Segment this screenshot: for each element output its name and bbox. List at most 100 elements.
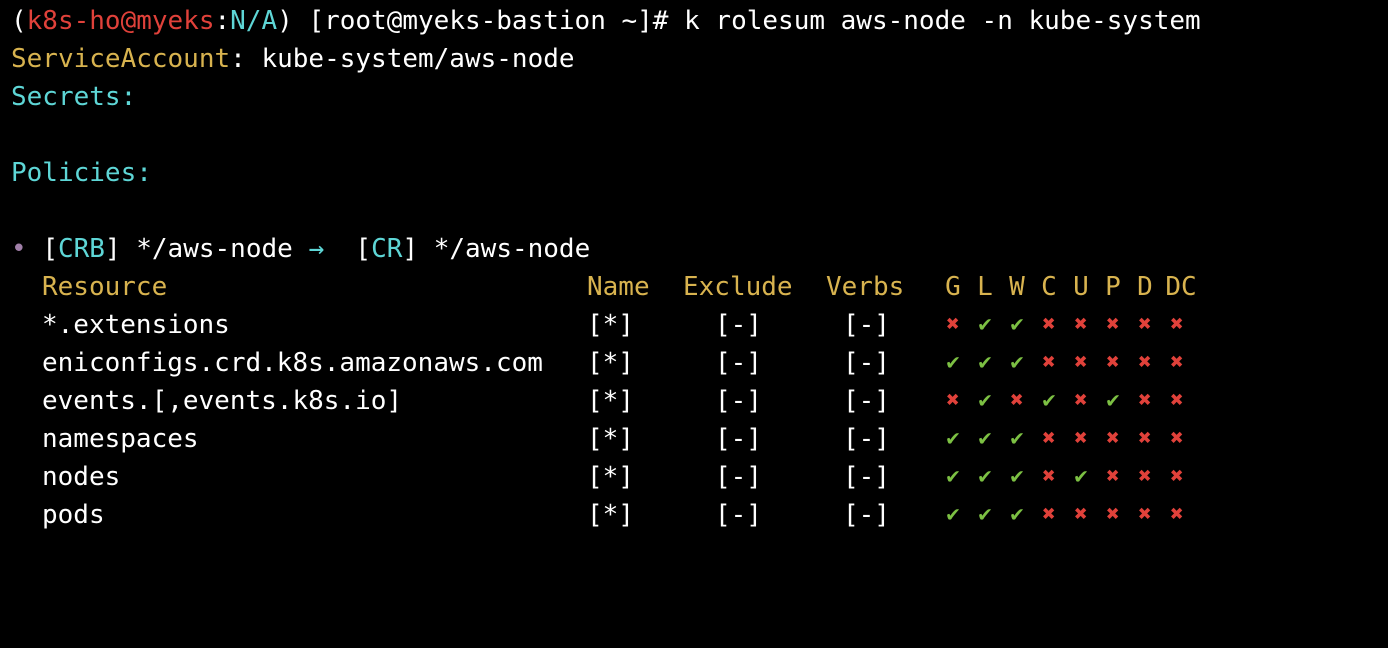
check-icon-g: ✔	[946, 502, 960, 527]
row-exclude: [-]	[715, 386, 762, 416]
cross-icon-d: ✖	[1138, 464, 1152, 489]
cross-icon-c: ✖	[1042, 502, 1056, 527]
cross-icon-dc: ✖	[1170, 312, 1184, 337]
prompt-context: k8s-ho@myeks	[26, 6, 215, 36]
cross-icon-d: ✖	[1138, 502, 1152, 527]
binding-open-bracket: [	[42, 234, 58, 264]
check-icon-w: ✔	[1010, 426, 1024, 451]
command-text[interactable]: k rolesum aws-node -n kube-system	[684, 6, 1201, 36]
header-exclude: Exclude	[683, 272, 793, 302]
header-flag-p: P	[1105, 272, 1121, 302]
check-icon-l: ✔	[978, 388, 992, 413]
check-icon-l: ✔	[978, 426, 992, 451]
row-resource: pods	[42, 500, 105, 530]
cross-icon-g: ✖	[946, 312, 960, 337]
arrow-right-icon: →	[308, 234, 325, 264]
check-icon-u: ✔	[1074, 464, 1088, 489]
binding-kind-crb: CRB	[57, 234, 105, 264]
check-icon-p: ✔	[1106, 388, 1120, 413]
secrets-line: Secrets:	[11, 78, 1388, 116]
row-exclude: [-]	[715, 424, 762, 454]
cross-icon-u: ✖	[1074, 350, 1088, 375]
header-flag-dc: DC	[1165, 272, 1197, 302]
cross-icon-dc: ✖	[1170, 426, 1184, 451]
header-resource: Resource	[42, 272, 168, 302]
prompt-open-paren: (	[11, 6, 27, 36]
terminal-window[interactable]: (k8s-ho@myeks:N/A) [root@myeks-bastion ~…	[0, 0, 1388, 550]
cross-icon-c: ✖	[1042, 350, 1056, 375]
check-icon-l: ✔	[978, 350, 992, 375]
check-icon-w: ✔	[1010, 350, 1024, 375]
check-icon-g: ✔	[946, 350, 960, 375]
prompt-user-host: [root@myeks-bastion ~]#	[308, 6, 669, 36]
cross-icon-p: ✖	[1106, 350, 1120, 375]
header-verbs: Verbs	[826, 272, 905, 302]
binding-name: */aws-node	[136, 234, 293, 264]
header-flag-c: C	[1041, 272, 1057, 302]
cross-icon-d: ✖	[1138, 426, 1152, 451]
cross-icon-u: ✖	[1074, 312, 1088, 337]
check-icon-g: ✔	[946, 464, 960, 489]
row-verbs: [-]	[843, 462, 890, 492]
role-open-bracket: [	[355, 234, 372, 264]
role-kind-cr: CR	[371, 234, 403, 264]
table-row: *.extensions [*] [-] [-] ✖ ✔ ✔ ✖ ✖ ✖ ✖ ✖	[11, 306, 1388, 344]
check-icon-g: ✔	[946, 426, 960, 451]
service-account-line: ServiceAccount: kube-system/aws-node	[11, 40, 1388, 78]
check-icon-w: ✔	[1010, 312, 1024, 337]
row-verbs: [-]	[843, 386, 890, 416]
row-verbs: [-]	[843, 500, 890, 530]
table-row: namespaces [*] [-] [-] ✔ ✔ ✔ ✖ ✖ ✖ ✖ ✖	[11, 420, 1388, 458]
row-resource: nodes	[42, 462, 121, 492]
cross-icon-c: ✖	[1042, 464, 1056, 489]
table-row: pods [*] [-] [-] ✔ ✔ ✔ ✖ ✖ ✖ ✖ ✖	[11, 496, 1388, 534]
check-icon-c: ✔	[1042, 388, 1056, 413]
table-row: eniconfigs.crd.k8s.amazonaws.com [*] [-] [-…	[11, 344, 1388, 382]
cross-icon-g: ✖	[946, 388, 960, 413]
service-account-label: ServiceAccount	[11, 44, 231, 74]
check-icon-w: ✔	[1010, 464, 1024, 489]
row-name: [*]	[587, 462, 634, 492]
row-name: [*]	[587, 348, 634, 378]
row-resource: *.extensions	[42, 310, 230, 340]
cross-icon-u: ✖	[1074, 426, 1088, 451]
table-body: *.extensions [*] [-] [-] ✖ ✔ ✔ ✖ ✖ ✖ ✖ ✖ eniconfigs.…	[11, 306, 1388, 534]
cross-icon-u: ✖	[1074, 388, 1088, 413]
table-row: events.[,events.k8s.io] [*] [-] [-] ✖ ✔ ✖ ✔ ✖ ✔ ✖ ✖	[11, 382, 1388, 420]
bullet-icon: •	[11, 234, 27, 264]
cross-icon-d: ✖	[1138, 312, 1152, 337]
row-resource: eniconfigs.crd.k8s.amazonaws.com	[42, 348, 543, 378]
row-exclude: [-]	[715, 310, 762, 340]
row-verbs: [-]	[843, 424, 890, 454]
binding-line: • [CRB] */aws-node → [CR] */aws-node	[11, 230, 1388, 268]
header-flag-l: L	[977, 272, 993, 302]
cross-icon-c: ✖	[1042, 312, 1056, 337]
cross-icon-p: ✖	[1106, 312, 1120, 337]
cross-icon-u: ✖	[1074, 502, 1088, 527]
header-flag-w: W	[1009, 272, 1025, 302]
row-verbs: [-]	[843, 348, 890, 378]
cross-icon-p: ✖	[1106, 464, 1120, 489]
row-verbs: [-]	[843, 310, 890, 340]
check-icon-l: ✔	[978, 312, 992, 337]
cross-icon-w: ✖	[1010, 388, 1024, 413]
cross-icon-p: ✖	[1106, 426, 1120, 451]
header-flags: G L W C U P D DC	[937, 268, 1196, 306]
table-row: nodes [*] [-] [-] ✔ ✔ ✔ ✖ ✔ ✖ ✖ ✖	[11, 458, 1388, 496]
cross-icon-dc: ✖	[1170, 388, 1184, 413]
row-exclude: [-]	[715, 500, 762, 530]
policies-line: Policies:	[11, 154, 1388, 192]
cross-icon-dc: ✖	[1170, 350, 1184, 375]
service-account-value: kube-system/aws-node	[261, 44, 575, 74]
role-close-bracket: ]	[402, 234, 419, 264]
header-flag-d: D	[1137, 272, 1153, 302]
header-name: Name	[587, 272, 650, 302]
prompt-namespace: N/A	[230, 6, 278, 36]
check-icon-l: ✔	[978, 502, 992, 527]
row-exclude: [-]	[715, 348, 762, 378]
service-account-colon: :	[230, 44, 246, 74]
role-name: */aws-node	[433, 234, 591, 264]
cross-icon-d: ✖	[1138, 388, 1152, 413]
